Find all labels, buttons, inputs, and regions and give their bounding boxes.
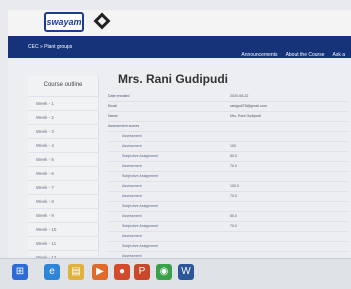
page-title: Mrs. Rani Gudipudi <box>118 72 228 86</box>
row-label: Subjective Assignment <box>122 174 159 178</box>
table-row: Assessment 50.0 <box>108 212 348 222</box>
row-label: Assessment <box>122 134 142 138</box>
week-list: Week - 1 Week - 2 Week - 3 Week - 4 Week - 5… <box>28 97 98 265</box>
row-label: Assessment <box>122 164 142 168</box>
row-label: Subjective Assignment <box>122 154 159 158</box>
row-label: Subjective Assignment <box>122 244 159 248</box>
row-value: 70.0 <box>230 224 237 228</box>
row-value: 70.0 <box>230 164 237 168</box>
word-icon[interactable]: W <box>178 264 194 280</box>
profile-table: Date enrolled 2020-08-22 Email ranigudi78@g… <box>108 92 348 282</box>
swayam-logo[interactable]: swayam <box>44 12 84 32</box>
row-label: Name <box>108 114 118 118</box>
breadcrumb[interactable]: CEC » Plant groups <box>28 44 72 50</box>
sidebar-item-week-4[interactable]: Week - 4 <box>28 139 98 153</box>
row-value: 70.0 <box>230 194 237 198</box>
row-value: 100 <box>230 144 236 148</box>
table-row: Assessment 100 <box>108 142 348 152</box>
sidebar-item-week-6[interactable]: Week - 6 <box>28 167 98 181</box>
table-row: Subjective Assignment <box>108 202 348 212</box>
row-value: 50.0 <box>230 154 237 158</box>
table-row: Name Mrs. Rani Gudipudi <box>108 112 348 122</box>
row-label: Assessment <box>122 234 142 238</box>
row-label: Date enrolled <box>108 94 130 98</box>
sidebar-item-week-8[interactable]: Week - 8 <box>28 195 98 209</box>
main-area: Course outline Week - 1 Week - 2 Week - 3W… <box>8 58 351 282</box>
sidebar-item-week-5[interactable]: Week - 5 <box>28 153 98 167</box>
row-value: 2020-08-22 <box>230 94 249 98</box>
sidebar-item-week-2[interactable]: Week - 2 <box>28 111 98 125</box>
row-value: ranigudi78@gmail.com <box>230 104 267 108</box>
row-label: Assessment <box>122 214 142 218</box>
start-icon[interactable]: ⊞ <box>12 264 28 280</box>
table-row: Assessment 70.0 <box>108 162 348 172</box>
table-row: Date enrolled 2020-08-22 <box>108 92 348 102</box>
media-icon[interactable]: ▶ <box>92 264 108 280</box>
powerpoint-icon[interactable]: P <box>134 264 150 280</box>
row-label: Assessment scores <box>108 124 140 128</box>
table-row: Subjective Assignment <box>108 242 348 252</box>
profile-panel: Mrs. Rani Gudipudi Date enrolled 2020-08-… <box>108 68 348 282</box>
sidebar-item-week-7[interactable]: Week - 7 <box>28 181 98 195</box>
sidebar-item-week-10[interactable]: Week - 10 <box>28 223 98 237</box>
taskbar: ⊞ e ▤ ▶ ● P ◉ W <box>0 258 351 289</box>
course-navbar: CEC » Plant groups Announcements About t… <box>8 36 351 58</box>
sidebar-item-week-11[interactable]: Week - 11 <box>28 237 98 251</box>
row-label: Subjective Assignment <box>122 224 159 228</box>
row-label: Email <box>108 104 117 108</box>
table-row: Assessment <box>108 232 348 242</box>
sidebar-item-week-1[interactable]: Week - 1 <box>28 97 98 111</box>
sidebar-item-week-9[interactable]: Week - 9 <box>28 209 98 223</box>
table-row: Subjective Assignment 50.0 <box>108 152 348 162</box>
row-value: 100.0 <box>230 184 239 188</box>
table-row: Email ranigudi78@gmail.com <box>108 102 348 112</box>
folder-icon[interactable]: ▤ <box>68 264 84 280</box>
sidebar-title: Course outline <box>28 76 98 97</box>
row-label: Assessment <box>122 144 142 148</box>
row-value: Mrs. Rani Gudipudi <box>230 114 261 118</box>
row-label: Assessment <box>122 194 142 198</box>
sidebar-item-week-3[interactable]: Week - 3 <box>28 125 98 139</box>
table-row: Assessment <box>108 132 348 142</box>
row-value: 50.0 <box>230 214 237 218</box>
chrome-icon[interactable]: ◉ <box>156 264 172 280</box>
emblem-icon <box>93 12 111 30</box>
table-row: Assessment 70.0 <box>108 192 348 202</box>
table-row: Subjective Assignment 70.0 <box>108 222 348 232</box>
ie-icon[interactable]: e <box>44 264 60 280</box>
site-header: swayam <box>8 10 351 37</box>
course-outline-sidebar: Course outline Week - 1 Week - 2 Week - 3W… <box>28 76 99 265</box>
table-row: Assessment 100.0 <box>108 182 348 192</box>
table-row: Subjective Assignment <box>108 172 348 182</box>
row-label: Subjective Assignment <box>122 204 159 208</box>
row-label: Assessment <box>122 184 142 188</box>
firefox-icon[interactable]: ● <box>114 264 130 280</box>
table-row: Assessment scores <box>108 122 348 132</box>
